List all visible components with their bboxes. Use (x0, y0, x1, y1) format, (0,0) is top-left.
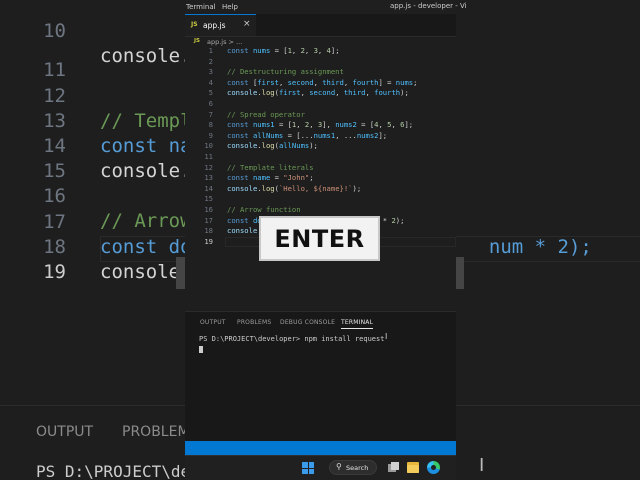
line-number: 18 (204, 226, 213, 236)
code-text[interactable]: console.log(`Hello, ${name}!`); (227, 184, 361, 195)
key-label: ENTER (274, 225, 365, 253)
tab-debug-console[interactable]: DEBUG CONSOLE (280, 319, 335, 326)
code-line[interactable]: 3 // Destructuring assignment (185, 67, 456, 78)
code-text[interactable]: console.log(allNums); (227, 141, 318, 152)
code-text[interactable]: const allNums = [...nums1, ...nums2]; (227, 131, 387, 142)
code-editor[interactable]: 1 const nums = [1, 2, 3, 4]; 2 3 // Destruct… (185, 46, 456, 311)
line-number: 7 (208, 109, 213, 119)
terminal-cursor (199, 346, 203, 353)
close-icon[interactable]: × (243, 19, 251, 29)
windows-taskbar: ⚲ Search (185, 455, 456, 480)
code-line[interactable]: 10 console.log(allNums); (185, 141, 456, 152)
line-number: 12 (204, 162, 213, 172)
status-bar (185, 441, 456, 455)
code-line[interactable]: 12 // Template literals (185, 163, 456, 174)
line-number: 17 (204, 215, 213, 225)
search-label: Search (346, 464, 369, 472)
code-text[interactable]: const name = "John"; (227, 173, 314, 184)
bg-terminal-prompt: PS D:\PROJECT\de (36, 462, 191, 480)
code-text[interactable]: console.log(first, second, third, fourth… (227, 88, 409, 99)
code-line[interactable]: 4 const [first, second, third, fourth] = … (185, 78, 456, 89)
line-number: 6 (208, 99, 213, 108)
code-line[interactable]: 7 // Spread operator (185, 110, 456, 121)
tab-terminal[interactable]: TERMINAL (341, 319, 374, 329)
code-text[interactable]: const [first, second, third, fourth] = n… (227, 78, 417, 89)
code-line[interactable]: 16 // Arrow function (185, 205, 456, 216)
code-line[interactable]: 2 (185, 57, 456, 68)
taskbar-search-button[interactable]: ⚲ Search (329, 460, 377, 475)
code-line[interactable]: 8 const nums1 = [1, 2, 3], nums2 = [4, 5,… (185, 120, 456, 131)
code-line[interactable]: 6 (185, 99, 456, 110)
code-line[interactable]: 15 (185, 194, 456, 205)
tab-problems[interactable]: PROBLEMS (237, 319, 271, 326)
line-number: 5 (208, 88, 213, 98)
ibeam-cursor-icon: I (385, 332, 388, 341)
code-text[interactable]: const nums = [1, 2, 3, 4]; (227, 46, 340, 57)
tab-output[interactable]: OUTPUT (200, 319, 226, 326)
code-text[interactable]: // Spread operator (227, 110, 305, 121)
code-line[interactable]: 1 const nums = [1, 2, 3, 4]; (185, 46, 456, 57)
task-view-icon[interactable] (388, 462, 399, 472)
code-line[interactable]: 5 console.log(first, second, third, fourt… (185, 88, 456, 99)
breadcrumb-text[interactable]: app.js > ... (207, 38, 242, 46)
code-text[interactable]: const nums1 = [1, 2, 3], nums2 = [4, 5, … (227, 120, 413, 131)
menu-terminal[interactable]: Terminal (186, 3, 216, 11)
line-number: 8 (208, 120, 213, 130)
search-icon: ⚲ (336, 462, 342, 471)
edge-browser-icon[interactable] (427, 461, 440, 474)
line-number: 15 (204, 194, 213, 204)
line-number: 10 (204, 141, 213, 151)
line-number: 9 (208, 130, 213, 140)
window-title: app.js - developer - Vi (390, 2, 467, 10)
line-number: 4 (208, 77, 213, 87)
terminal-command-line[interactable]: PS D:\PROJECT\developer> npm install req… (199, 335, 384, 343)
line-number: 11 (204, 152, 213, 161)
line-number: 19 (204, 236, 213, 246)
js-icon: JS (194, 38, 201, 44)
tab-label: app.js (203, 21, 226, 30)
line-number: 3 (208, 67, 213, 77)
tab-app-js[interactable]: JS app.js × (185, 14, 256, 36)
bottom-panel: OUTPUT PROBLEMS DEBUG CONSOLE TERMINAL P… (185, 311, 456, 442)
ibeam-cursor-icon: I (479, 455, 485, 476)
code-text[interactable]: // Template literals (227, 163, 314, 174)
code-line[interactable]: 14 console.log(`Hello, ${name}!`); (185, 184, 456, 195)
line-number: 1 (208, 46, 213, 55)
code-line[interactable]: 9 const allNums = [...nums1, ...nums2]; (185, 131, 456, 142)
code-line[interactable]: 11 (185, 152, 456, 163)
editor-tab-bar: JS app.js × (185, 14, 456, 37)
windows-start-icon[interactable] (302, 462, 314, 474)
js-icon: JS (191, 21, 198, 28)
bg-tab-output: OUTPUT (36, 424, 94, 440)
bg-line-number: 19 (43, 261, 66, 283)
line-number: 2 (208, 56, 213, 66)
key-press-overlay: ENTER (259, 216, 380, 261)
code-text[interactable]: // Destructuring assignment (227, 67, 344, 78)
code-line[interactable]: 13 const name = "John"; (185, 173, 456, 184)
bg-tab-problems: PROBLEM (122, 424, 190, 440)
file-explorer-icon[interactable] (407, 462, 419, 473)
menu-help[interactable]: Help (222, 3, 238, 11)
code-text[interactable]: // Arrow function (227, 205, 301, 216)
line-number: 16 (204, 205, 213, 214)
line-number: 13 (204, 173, 213, 183)
line-number: 14 (204, 183, 213, 193)
